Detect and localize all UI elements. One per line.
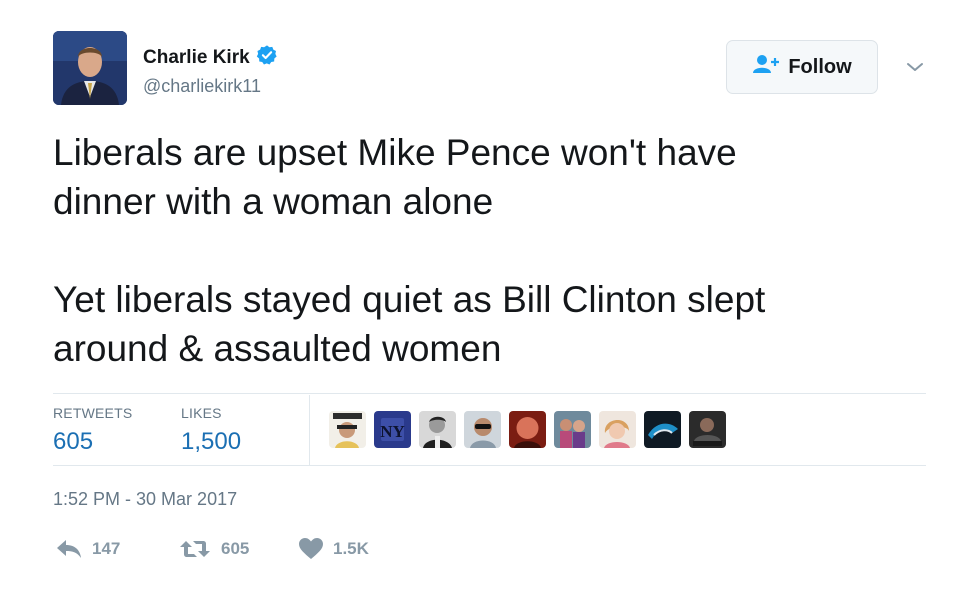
liker-avatar-8[interactable]	[644, 411, 681, 448]
liker-avatar-5[interactable]	[509, 411, 546, 448]
liker-avatar-4[interactable]	[464, 411, 501, 448]
tweet-text: Liberals are upset Mike Pence won't have…	[53, 132, 766, 369]
reply-button[interactable]: 147	[56, 539, 179, 559]
svg-text:NY: NY	[380, 422, 405, 441]
chevron-down-icon[interactable]	[904, 56, 926, 78]
liker-avatar-2[interactable]: NY	[374, 411, 411, 448]
reply-icon	[56, 539, 82, 559]
likers-avatars: NY	[329, 411, 726, 448]
display-name[interactable]: Charlie Kirk	[143, 44, 278, 72]
liker-avatar-9[interactable]	[689, 411, 726, 448]
tweet-timestamp[interactable]: 1:52 PM - 30 Mar 2017	[53, 489, 237, 510]
stats-separator	[309, 395, 310, 465]
follow-button[interactable]: Follow	[726, 40, 878, 94]
retweet-count: 605	[221, 538, 250, 558]
reply-count: 147	[92, 538, 121, 558]
retweets-count[interactable]: 605	[53, 428, 93, 456]
likes-label[interactable]: LIKES	[181, 405, 222, 421]
avatar[interactable]	[53, 31, 127, 105]
verified-badge-icon	[256, 44, 278, 72]
retweet-icon	[179, 539, 211, 559]
like-button[interactable]: 1.5K	[299, 538, 369, 559]
like-count: 1.5K	[333, 538, 369, 558]
liker-avatar-6[interactable]	[554, 411, 591, 448]
liker-avatar-3[interactable]	[419, 411, 456, 448]
follow-label: Follow	[788, 55, 852, 78]
user-handle[interactable]: @charliekirk11	[143, 76, 261, 97]
heart-icon	[299, 538, 323, 559]
likes-count[interactable]: 1,500	[181, 428, 241, 456]
retweet-button[interactable]: 605	[179, 539, 299, 559]
stats-divider-top	[53, 393, 926, 394]
add-user-icon	[752, 54, 780, 80]
stats-divider-bottom	[53, 465, 926, 466]
liker-avatar-7[interactable]	[599, 411, 636, 448]
tweet-actions: 147 605 1.5K	[56, 538, 369, 559]
retweets-label[interactable]: RETWEETS	[53, 405, 132, 421]
liker-avatar-1[interactable]	[329, 411, 366, 448]
display-name-text[interactable]: Charlie Kirk	[143, 47, 250, 69]
